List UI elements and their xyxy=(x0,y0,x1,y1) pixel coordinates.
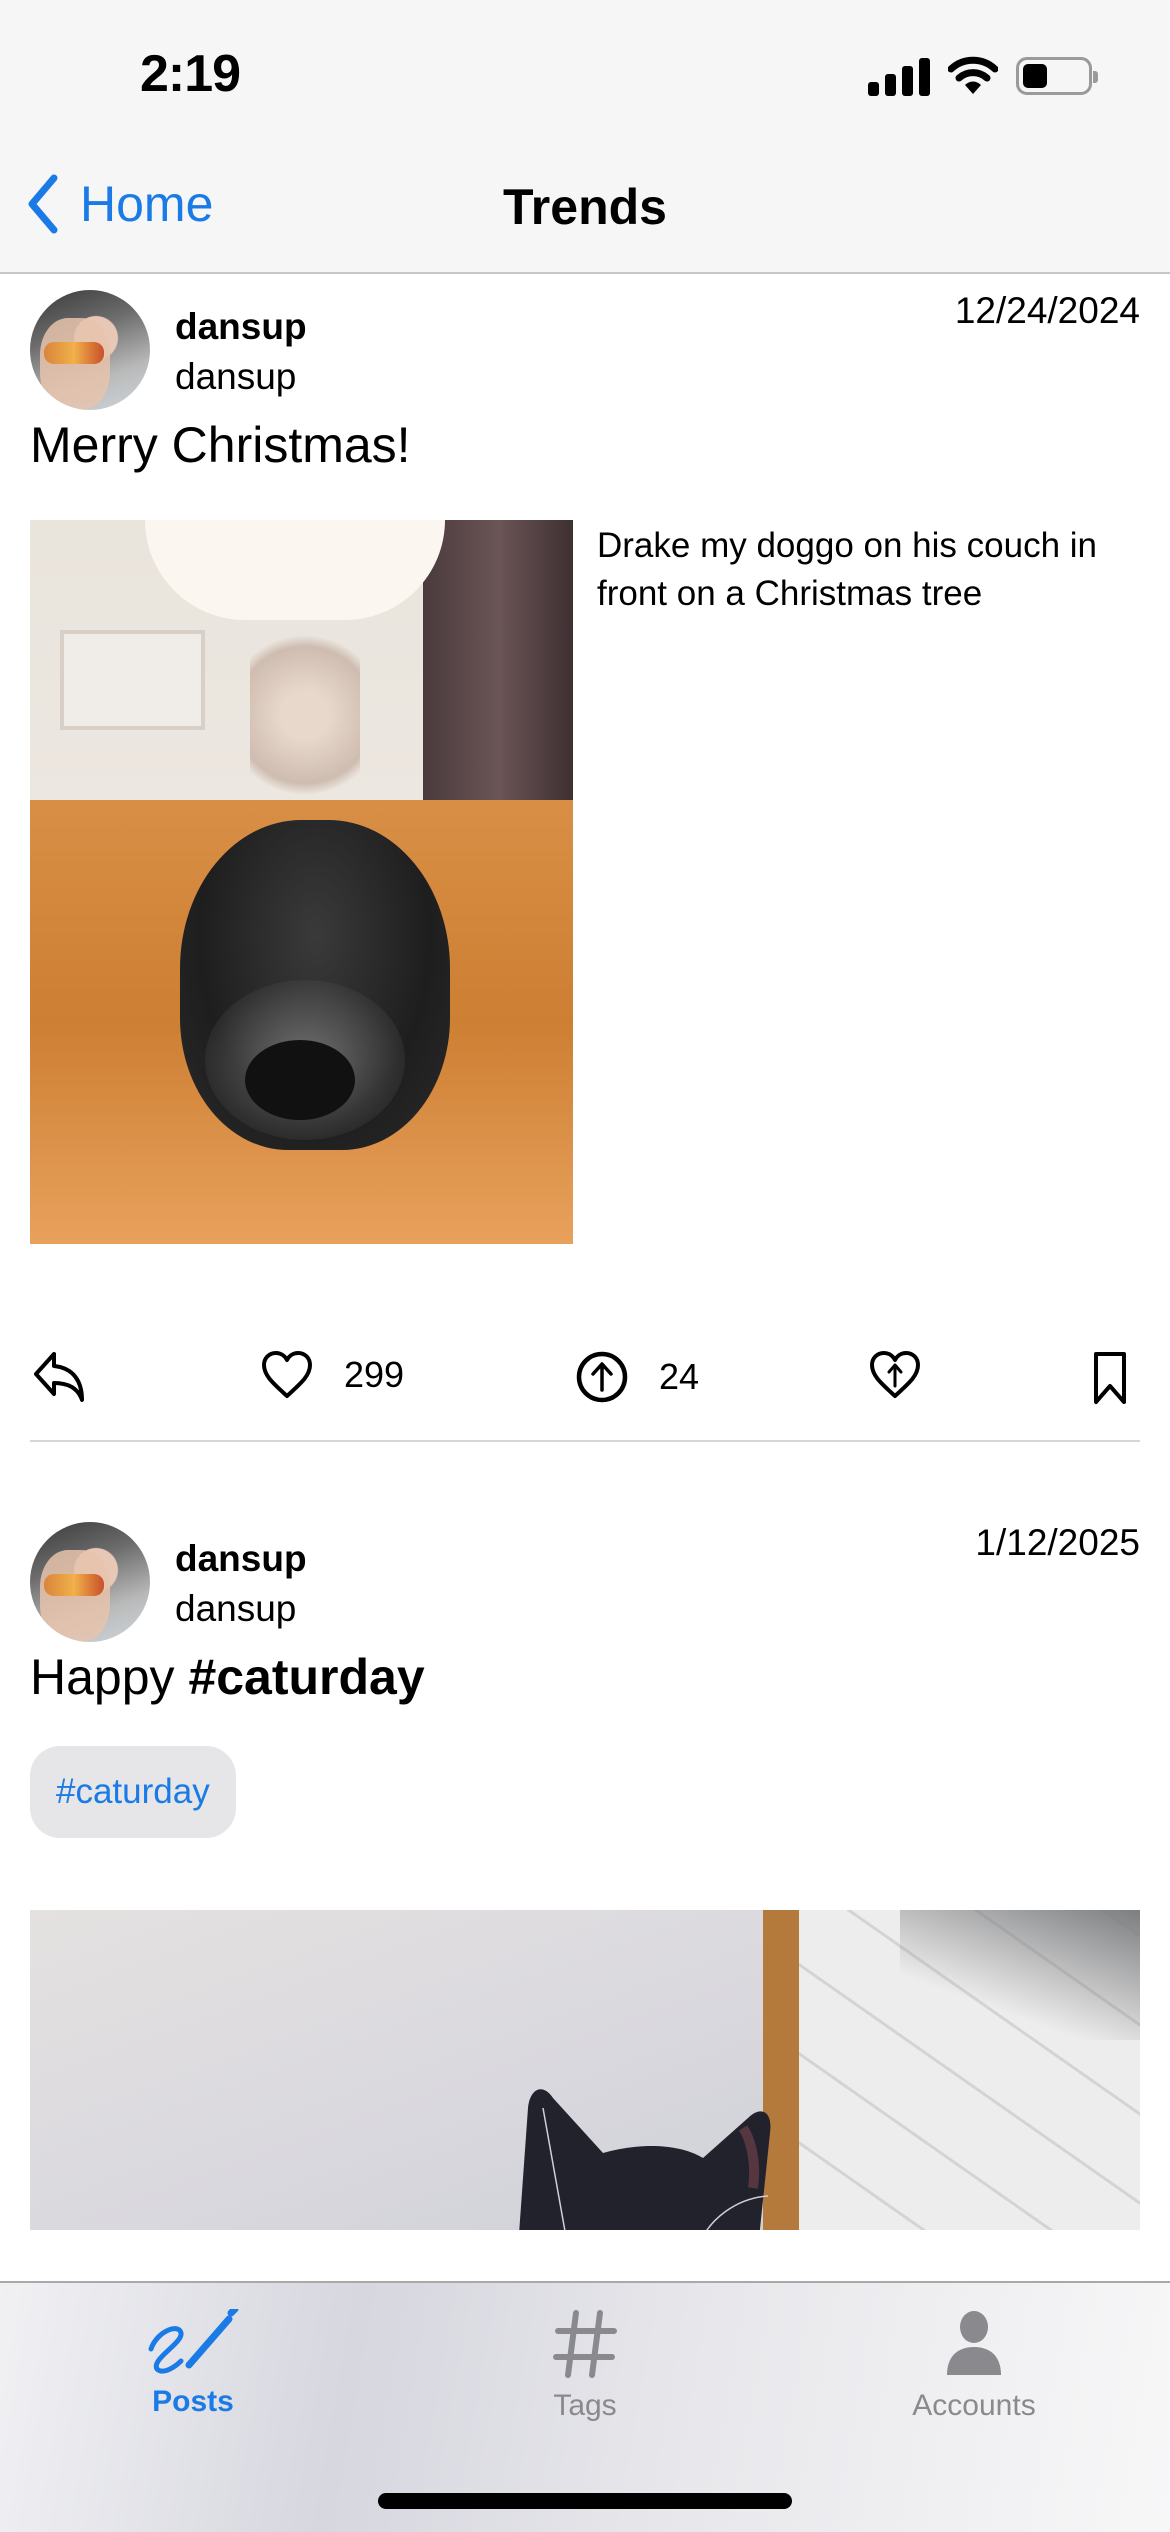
cat-illustration xyxy=(519,2089,771,2230)
tab-tags[interactable]: Tags xyxy=(455,2309,715,2423)
post-text: Merry Christmas! xyxy=(30,417,411,473)
post-date: 1/12/2025 xyxy=(975,1522,1140,1563)
heart-arrow-up-icon xyxy=(870,1351,920,1398)
like-and-boost-button[interactable] xyxy=(868,1350,922,1400)
display-name[interactable]: dansup xyxy=(175,1538,307,1580)
wifi-icon xyxy=(948,56,998,94)
tab-label: Tags xyxy=(553,2389,617,2422)
like-count: 299 xyxy=(344,1354,405,1395)
tab-label: Accounts xyxy=(912,2389,1036,2422)
status-time: 2:19 xyxy=(140,45,241,103)
status-bar: 2:19 xyxy=(0,0,1170,160)
post-divider xyxy=(30,1440,1140,1442)
image-description: Drake my doggo on his couch in front on … xyxy=(597,526,1097,613)
reply-button[interactable] xyxy=(32,1350,88,1404)
home-indicator[interactable] xyxy=(378,2493,792,2509)
cellular-signal-icon xyxy=(868,56,930,96)
hashtag-icon xyxy=(553,2310,617,2378)
post-card[interactable]: dansup dansup 1/12/2025 Happy #caturday … xyxy=(0,1508,1170,2230)
username: dansup xyxy=(175,356,297,397)
trends-feed[interactable]: dansup dansup 12/24/2024 Merry Christmas… xyxy=(0,276,1170,2230)
bookmark-button[interactable] xyxy=(1092,1350,1128,1406)
avatar[interactable] xyxy=(30,290,150,410)
post-header: dansup dansup 12/24/2024 xyxy=(0,276,1170,416)
boost-count: 24 xyxy=(659,1356,700,1397)
tab-label: Posts xyxy=(152,2385,234,2418)
arrow-up-circle-icon xyxy=(576,1351,628,1403)
bookmark-icon xyxy=(1094,1352,1126,1404)
post-date: 12/24/2024 xyxy=(954,290,1140,331)
hashtag-chip[interactable]: #caturday xyxy=(30,1746,236,1838)
post-actions: 299 24 xyxy=(0,1320,1170,1440)
page-title: Trends xyxy=(503,179,667,235)
like-button[interactable]: 299 xyxy=(260,1350,404,1400)
tab-accounts[interactable]: Accounts xyxy=(844,2309,1104,2423)
username: dansup xyxy=(175,1588,297,1629)
status-icons xyxy=(868,56,1098,96)
avatar[interactable] xyxy=(30,1522,150,1642)
reply-icon xyxy=(34,1352,84,1402)
pencil-scribble-icon xyxy=(148,2309,239,2374)
navigation-bar: Home Trends xyxy=(0,160,1170,274)
battery-icon xyxy=(1016,57,1098,95)
display-name[interactable]: dansup xyxy=(175,306,307,348)
inline-hashtag-link[interactable]: #caturday xyxy=(188,1649,424,1705)
heart-icon xyxy=(262,1351,312,1398)
post-card[interactable]: dansup dansup 12/24/2024 Merry Christmas… xyxy=(0,276,1170,1440)
post-text: Happy #caturday xyxy=(0,1648,1170,1706)
person-icon xyxy=(947,2311,1001,2375)
tab-posts[interactable]: Posts xyxy=(63,2309,323,2419)
media-row: Drake my doggo on his couch in front on … xyxy=(0,520,1170,1260)
post-image[interactable] xyxy=(30,520,573,1244)
post-header: dansup dansup 1/12/2025 xyxy=(0,1508,1170,1648)
boost-button[interactable]: 24 xyxy=(575,1350,699,1404)
post-text-prefix: Happy xyxy=(30,1649,189,1705)
post-image[interactable] xyxy=(30,1910,1140,2230)
